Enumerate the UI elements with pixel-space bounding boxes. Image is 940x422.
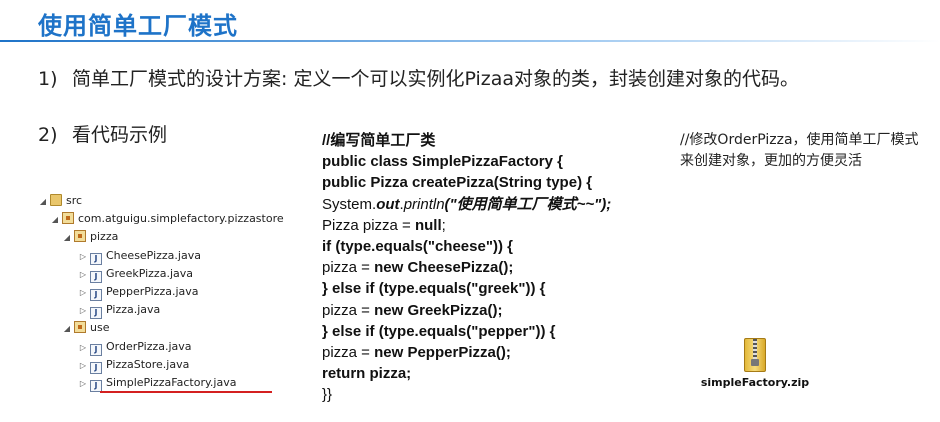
point-2-number: 2) — [38, 124, 58, 146]
code-line-if-cheese: if (type.equals("cheese")) { — [322, 237, 513, 255]
tree-label: SimplePizzaFactory.java — [106, 375, 237, 389]
project-file-tree: ◢ src ◢ com.atguigu.simplefactory.pizzasto… — [38, 192, 298, 393]
code-token: println — [403, 195, 445, 213]
zip-file-label: simpleFactory.zip — [700, 376, 810, 389]
code-line-method: public Pizza createPizza(String type) { — [322, 174, 593, 192]
tree-item-file[interactable]: ▷ J Pizza.java — [38, 301, 298, 320]
code-line-println: System.out.println("使用简单工厂模式~~"); — [322, 194, 672, 215]
code-token: out — [376, 195, 400, 213]
tree-label: use — [90, 321, 110, 335]
code-line-new-greek: pizza = new GreekPizza(); — [322, 300, 672, 321]
code-line-new-cheese: pizza = new CheesePizza(); — [322, 257, 672, 278]
point-1-text: 简单工厂模式的设计方案: 定义一个可以实例化Pizaa对象的类，封装创建对象的代… — [72, 68, 800, 90]
title-divider — [0, 40, 940, 42]
side-note: //修改OrderPizza，使用简单工厂模式来创建对象，更加的方便灵活 — [680, 132, 919, 169]
package-icon — [74, 321, 86, 334]
collapse-arrow-icon[interactable]: ▷ — [78, 339, 88, 357]
java-file-icon: J — [90, 288, 102, 301]
collapse-arrow-icon[interactable]: ▷ — [78, 248, 88, 266]
collapse-arrow-icon[interactable]: ▷ — [78, 302, 88, 320]
tree-label: CheesePizza.java — [106, 248, 201, 262]
java-file-icon: J — [90, 307, 102, 320]
code-token: new GreekPizza(); — [374, 301, 503, 319]
expand-arrow-icon[interactable]: ◢ — [38, 193, 48, 211]
point-2: 2) 看代码示例 — [38, 122, 167, 148]
collapse-arrow-icon[interactable]: ▷ — [78, 266, 88, 284]
tree-item-file[interactable]: ▷ J OrderPizza.java — [38, 338, 298, 356]
tree-item-file[interactable]: ▷ J PepperPizza.java — [38, 283, 298, 301]
code-token: new PepperPizza(); — [374, 343, 511, 361]
code-line-class: public class SimplePizzaFactory { — [322, 153, 563, 171]
package-icon — [74, 230, 86, 243]
tree-label: PizzaStore.java — [106, 357, 190, 371]
expand-arrow-icon[interactable]: ◢ — [62, 229, 72, 247]
collapse-arrow-icon[interactable]: ▷ — [78, 284, 88, 302]
tree-label: GreekPizza.java — [106, 266, 193, 280]
collapse-arrow-icon[interactable]: ▷ — [78, 375, 88, 393]
code-token: pizza = — [322, 259, 375, 277]
code-line-elseif-greek: } else if (type.equals("greek")) { — [322, 280, 546, 298]
tree-label: pizza — [90, 230, 119, 244]
code-line-return: return pizza; — [322, 365, 412, 383]
code-token: ; — [441, 216, 446, 234]
tree-item-package[interactable]: ◢ com.atguigu.simplefactory.pizzastore — [38, 210, 298, 228]
slide-title: 使用简单工厂模式 — [38, 12, 238, 40]
tree-label: Pizza.java — [106, 303, 161, 317]
tree-item-src[interactable]: ◢ src — [38, 192, 298, 210]
tree-item-file-selected[interactable]: ▷ J SimplePizzaFactory.java — [38, 374, 298, 393]
expand-arrow-icon[interactable]: ◢ — [50, 211, 60, 229]
tree-item-file[interactable]: ▷ J GreekPizza.java — [38, 265, 298, 283]
tree-item-file[interactable]: ▷ J PizzaStore.java — [38, 356, 298, 374]
tree-label: PepperPizza.java — [106, 284, 199, 298]
code-line-decl: Pizza pizza = null; — [322, 215, 672, 236]
code-token: pizza = — [322, 301, 375, 319]
code-line-close: }} — [322, 386, 333, 404]
tree-item-use-package[interactable]: ◢ use — [38, 319, 298, 337]
code-token: pizza = — [322, 343, 375, 361]
java-file-icon: J — [90, 270, 102, 283]
collapse-arrow-icon[interactable]: ▷ — [78, 357, 88, 375]
code-line-elseif-pepper: } else if (type.equals("pepper")) { — [322, 322, 556, 340]
code-token: Pizza pizza = — [322, 216, 415, 234]
code-token: null — [414, 216, 442, 234]
java-file-icon: J — [90, 343, 102, 356]
code-token: new CheesePizza(); — [374, 259, 514, 277]
java-file-icon: J — [90, 252, 102, 265]
zip-file-icon[interactable] — [744, 338, 766, 372]
package-icon — [62, 212, 74, 225]
java-file-icon: J — [90, 361, 102, 374]
code-token: ("使用简单工厂模式~~"); — [444, 195, 612, 213]
tree-label: src — [66, 194, 83, 207]
code-block: //编写简单工厂类 public class SimplePizzaFactor… — [322, 130, 672, 405]
zip-attachment[interactable]: simpleFactory.zip — [700, 338, 810, 389]
folder-icon — [50, 194, 62, 206]
tree-label: OrderPizza.java — [106, 339, 192, 353]
red-underline — [100, 390, 272, 393]
point-1-number: 1) — [38, 68, 58, 90]
code-token: System. — [322, 195, 377, 213]
expand-arrow-icon[interactable]: ◢ — [62, 320, 72, 338]
point-2-text: 看代码示例 — [72, 124, 168, 146]
tree-item-pizza-package[interactable]: ◢ pizza — [38, 228, 298, 246]
point-1: 1) 简单工厂模式的设计方案: 定义一个可以实例化Pizaa对象的类，封装创建对象… — [38, 66, 928, 92]
tree-item-file[interactable]: ▷ J CheesePizza.java — [38, 247, 298, 265]
tree-label: com.atguigu.simplefactory.pizzastore — [78, 212, 284, 226]
code-comment: //编写简单工厂类 — [322, 132, 436, 149]
code-line-new-pepper: pizza = new PepperPizza(); — [322, 342, 672, 363]
